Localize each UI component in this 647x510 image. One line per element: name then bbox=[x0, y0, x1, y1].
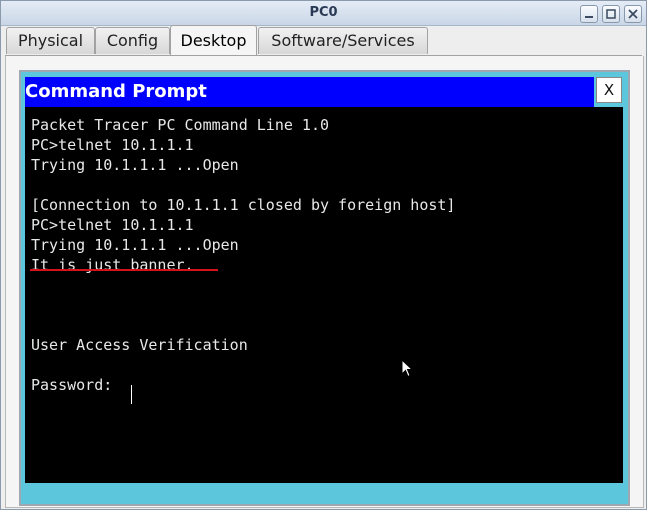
command-prompt-close-button[interactable]: X bbox=[596, 77, 622, 103]
terminal-line: PC>telnet 10.1.1.1 bbox=[31, 216, 194, 234]
minimize-icon bbox=[585, 16, 593, 18]
maximize-button[interactable] bbox=[602, 5, 620, 23]
terminal-line-banner: It is just banner. bbox=[31, 256, 194, 274]
banner-underline-annotation bbox=[30, 269, 218, 271]
close-icon bbox=[628, 9, 638, 19]
command-prompt-frame: Command Prompt X Packet Tracer PC Comman… bbox=[19, 70, 630, 506]
command-prompt-title: Command Prompt bbox=[25, 81, 207, 102]
terminal-output[interactable]: Packet Tracer PC Command Line 1.0 PC>tel… bbox=[25, 107, 623, 483]
terminal-line: [Connection to 10.1.1.1 closed by foreig… bbox=[31, 196, 456, 214]
terminal-line: Trying 10.1.1.1 ...Open bbox=[31, 156, 239, 174]
terminal-line: Packet Tracer PC Command Line 1.0 bbox=[31, 116, 330, 134]
tab-bar: Physical Config Desktop Software/Service… bbox=[5, 25, 642, 55]
minimize-button[interactable] bbox=[580, 5, 598, 23]
terminal-line: Trying 10.1.1.1 ...Open bbox=[31, 236, 239, 254]
close-window-button[interactable] bbox=[624, 5, 642, 23]
desktop-panel: Command Prompt X Packet Tracer PC Comman… bbox=[5, 56, 644, 508]
mouse-pointer-icon bbox=[401, 359, 414, 378]
tab-desktop[interactable]: Desktop bbox=[170, 25, 257, 55]
tab-physical[interactable]: Physical bbox=[6, 27, 95, 54]
tab-software-services[interactable]: Software/Services bbox=[258, 27, 428, 54]
command-prompt-header: Command Prompt bbox=[25, 77, 594, 107]
terminal-line-password-prompt: Password: bbox=[31, 376, 122, 394]
window-title: PC0 bbox=[309, 5, 338, 20]
title-bar[interactable]: PC0 bbox=[1, 1, 646, 26]
tab-config[interactable]: Config bbox=[95, 27, 170, 54]
terminal-line: PC>telnet 10.1.1.1 bbox=[31, 136, 194, 154]
terminal-line-user-access: User Access Verification bbox=[31, 336, 248, 354]
text-cursor bbox=[131, 385, 132, 404]
maximize-icon bbox=[606, 9, 616, 19]
pc0-window: PC0 Physical Config Desktop Software/Ser… bbox=[0, 0, 647, 510]
